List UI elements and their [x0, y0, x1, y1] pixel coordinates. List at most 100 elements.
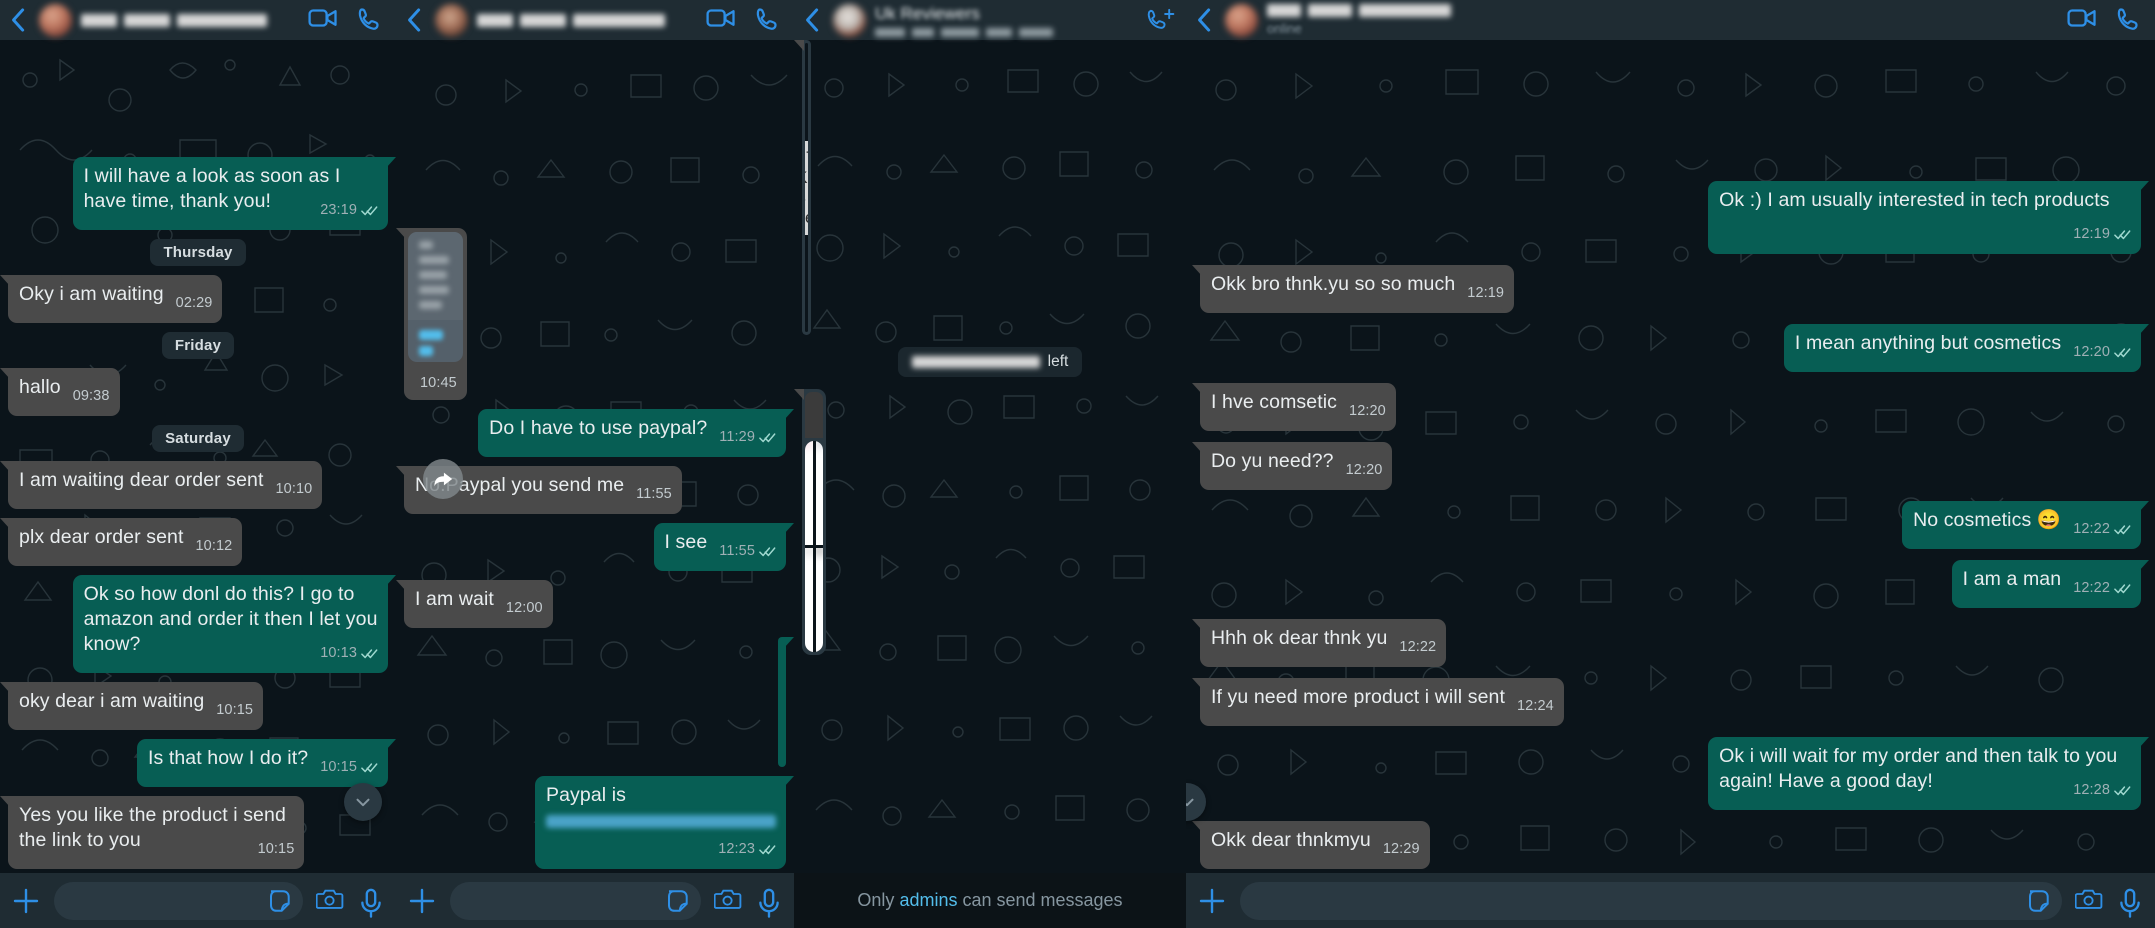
message-bubble-outgoing[interactable]: Is that how I do it? 10:15: [136, 739, 396, 787]
download-media-button[interactable]: 77 KB 4 items: [805, 140, 808, 235]
message-input[interactable]: [1240, 881, 2062, 920]
add-call-icon[interactable]: [1146, 7, 1175, 33]
message-bubble-incoming[interactable]: I hve comsetic 12:20: [1192, 383, 1396, 431]
message-row[interactable]: Is that how I do it? 10:15: [8, 739, 396, 787]
message-bubble-outgoing[interactable]: Ok i will wait for my order and then tal…: [1708, 737, 2149, 810]
message-bubble-outgoing[interactable]: Ok :) I am usually interested in tech pr…: [1708, 181, 2149, 254]
message-bubble-outgoing[interactable]: No cosmetics 😄 12:22: [1902, 501, 2149, 549]
voice-call-icon[interactable]: [754, 7, 780, 33]
message-row[interactable]: 10:45: [396, 228, 786, 400]
message-bubble-outgoing[interactable]: Do I have to use paypal? 11:29: [478, 409, 794, 457]
voice-call-icon[interactable]: [2115, 7, 2141, 33]
message-row[interactable]: Ok so how donl do this? I go to amazon a…: [8, 575, 396, 673]
image-album-top[interactable]: 23:28: [805, 43, 808, 332]
avatar[interactable]: [1225, 3, 1258, 37]
message-bubble-outgoing[interactable]: I see 11:55: [653, 523, 794, 571]
message-bubble-incoming[interactable]: I am wait 12:00: [396, 580, 553, 628]
message-row[interactable]: Hhh ok dear thnk yu 12:22: [1191, 619, 2141, 667]
message-row[interactable]: Do yu need?? 12:20: [1191, 442, 2141, 490]
message-bubble-outgoing[interactable]: Paypal is 12:23: [535, 776, 794, 869]
message-row[interactable]: oky dear i am waiting 10:15: [0, 682, 388, 730]
message-row[interactable]: If yu need more product i will sent 12:2…: [1192, 678, 2141, 726]
message-row[interactable]: I hve comsetic 12:20: [1192, 383, 2141, 431]
message-bubble-incoming[interactable]: plx dear order sent 10:12: [0, 518, 243, 566]
message-row[interactable]: 23:28: [794, 40, 1178, 335]
admins-link[interactable]: admins: [899, 890, 957, 911]
voice-call-icon[interactable]: [356, 7, 382, 33]
message-row[interactable]: Paypal is 12:23: [404, 776, 794, 869]
chat-body-4[interactable]: Ok :) I am usually interested in tech pr…: [1186, 40, 2155, 873]
camera-icon[interactable]: [713, 887, 742, 915]
album-image[interactable]: [805, 548, 813, 652]
message-row[interactable]: 12:23: [404, 637, 794, 767]
chat-body-3[interactable]: 23:28: [794, 40, 1186, 873]
image-album-bottom[interactable]: [805, 441, 823, 652]
video-call-icon[interactable]: [308, 7, 337, 33]
message-row[interactable]: hallo 09:38: [0, 368, 388, 416]
message-input[interactable]: [54, 881, 303, 920]
camera-icon[interactable]: [315, 887, 344, 915]
message-row[interactable]: I mean anything but cosmetics 12:20: [1200, 324, 2150, 372]
message-row[interactable]: Yes you like the product i send the link…: [0, 796, 388, 869]
message-input[interactable]: [450, 881, 701, 920]
chat-body-1[interactable]: I will have a look as soon as I have tim…: [0, 40, 396, 873]
microphone-icon[interactable]: [2116, 887, 2144, 918]
chat-body-2[interactable]: 10:45 Do I have to use paypal? 11:29 No.…: [396, 40, 794, 873]
message-row[interactable]: No cosmetics 😄 12:22: [1200, 501, 2149, 549]
microphone-icon[interactable]: [755, 887, 783, 918]
message-row[interactable]: Do I have to use paypal? 11:29: [404, 409, 794, 457]
message-row[interactable]: Okk bro thnk.yu so so much 12:19: [1191, 265, 2141, 313]
album-image[interactable]: [815, 441, 823, 545]
attach-icon[interactable]: [407, 886, 437, 916]
message-bubble-incoming[interactable]: Yes you like the product i send the link…: [0, 796, 305, 869]
message-row[interactable]: Ok i will wait for my order and then tal…: [1200, 737, 2149, 810]
message-bubble-incoming[interactable]: I am waiting dear order sent 10:10: [0, 461, 323, 509]
back-icon[interactable]: [8, 7, 30, 33]
group-info[interactable]: Uk Reviewers: [875, 4, 1137, 37]
message-bubble-outgoing[interactable]: I mean anything but cosmetics 12:20: [1783, 324, 2150, 372]
avatar[interactable]: [39, 3, 72, 37]
link-preview-card[interactable]: [408, 232, 463, 362]
video-call-icon[interactable]: [2067, 7, 2096, 33]
message-row[interactable]: Oky i am waiting 02:29: [0, 275, 388, 323]
message-row[interactable]: I am a man 12:22: [1200, 560, 2150, 608]
message-bubble-incoming[interactable]: If yu need more product i will sent 12:2…: [1192, 678, 1564, 726]
message-row[interactable]: [794, 389, 1178, 655]
message-row[interactable]: plx dear order sent 10:12: [0, 518, 388, 566]
message-bubble-incoming[interactable]: Hhh ok dear thnk yu 12:22: [1191, 619, 1447, 667]
album-image[interactable]: [805, 441, 813, 545]
camera-icon[interactable]: [2074, 887, 2103, 915]
avatar[interactable]: [833, 3, 866, 37]
message-bubble-receipt-image[interactable]: 12:23: [778, 637, 794, 767]
back-icon[interactable]: [404, 7, 426, 33]
album-image[interactable]: [815, 548, 823, 652]
message-bubble-outgoing[interactable]: I am a man 12:22: [1951, 560, 2150, 608]
contact-info[interactable]: online: [1267, 4, 2058, 36]
scroll-to-bottom-button[interactable]: [344, 783, 382, 821]
message-bubble-outgoing[interactable]: Ok so how donl do this? I go to amazon a…: [72, 575, 396, 673]
message-row[interactable]: Okk dear thnkmyu 12:29: [1192, 821, 2141, 869]
message-bubble-album[interactable]: 23:28: [794, 40, 811, 335]
sticker-icon[interactable]: [665, 888, 691, 914]
forward-button[interactable]: [423, 459, 463, 499]
sticker-icon[interactable]: [2026, 888, 2052, 914]
back-icon[interactable]: [1194, 7, 1216, 33]
message-bubble-incoming[interactable]: Okk bro thnk.yu so so much 12:19: [1191, 265, 1515, 313]
sticker-icon[interactable]: [267, 888, 293, 914]
back-icon[interactable]: [802, 7, 824, 33]
message-row[interactable]: I am wait 12:00: [396, 580, 786, 628]
message-bubble-link-preview[interactable]: 10:45: [396, 228, 467, 400]
microphone-icon[interactable]: [357, 887, 385, 918]
attach-icon[interactable]: [11, 886, 41, 916]
message-row[interactable]: I will have a look as soon as I have tim…: [8, 157, 396, 230]
attach-icon[interactable]: [1197, 886, 1227, 916]
message-bubble-incoming[interactable]: hallo 09:38: [0, 368, 120, 416]
message-bubble-incoming[interactable]: oky dear i am waiting 10:15: [0, 682, 264, 730]
message-bubble-album[interactable]: [794, 389, 826, 655]
message-row[interactable]: I am waiting dear order sent 10:10: [0, 461, 388, 509]
message-bubble-outgoing[interactable]: I will have a look as soon as I have tim…: [72, 157, 396, 230]
message-bubble-incoming[interactable]: Oky i am waiting 02:29: [0, 275, 223, 323]
message-row[interactable]: I see 11:55: [404, 523, 794, 571]
message-bubble-incoming[interactable]: Okk dear thnkmyu 12:29: [1192, 821, 1430, 869]
avatar[interactable]: [435, 3, 468, 37]
